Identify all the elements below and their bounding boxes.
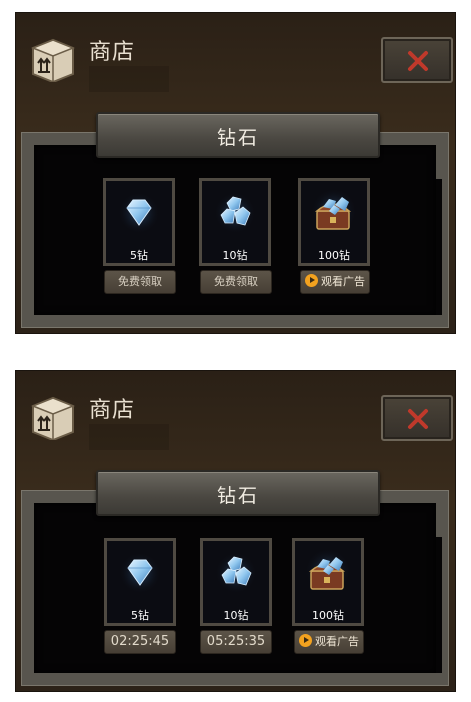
diamond-pile-icon bbox=[215, 552, 257, 594]
item-amount: 10钻 bbox=[222, 249, 248, 262]
item-card-100[interactable]: 100钻 bbox=[292, 538, 364, 626]
page-title: 商店 bbox=[89, 40, 136, 65]
play-icon bbox=[305, 274, 318, 287]
item-card-5[interactable]: 5钻 bbox=[103, 178, 175, 266]
item-amount: 5钻 bbox=[130, 249, 148, 262]
play-icon bbox=[299, 634, 312, 647]
close-button[interactable] bbox=[381, 395, 453, 441]
diamond-pile-icon bbox=[214, 192, 256, 234]
free-claim-button[interactable]: 免费领取 bbox=[200, 270, 272, 294]
timer-label: 05:25:35 bbox=[206, 634, 266, 649]
timer-label: 02:25:45 bbox=[110, 634, 170, 649]
close-icon bbox=[408, 409, 428, 429]
section-title: 钻石 bbox=[216, 485, 259, 507]
page-title: 商店 bbox=[89, 398, 136, 423]
close-button[interactable] bbox=[381, 37, 453, 83]
diamond-icon bbox=[118, 192, 160, 234]
title-shade bbox=[89, 66, 169, 92]
item-card-100[interactable]: 100钻 bbox=[298, 178, 370, 266]
treasure-chest-icon bbox=[305, 548, 351, 594]
free-claim-button[interactable]: 免费领取 bbox=[104, 270, 176, 294]
section-banner: 钻石 bbox=[96, 470, 380, 516]
title-shade bbox=[89, 424, 169, 450]
package-box-icon bbox=[29, 396, 77, 442]
shop-panel-2: 商店 钻石 5钻 02:25:45 10钻 05:25:35 100钻 观看广告 bbox=[15, 370, 456, 692]
treasure-chest-icon bbox=[311, 188, 357, 234]
button-label: 观看广告 bbox=[321, 275, 365, 288]
package-box-icon bbox=[29, 38, 77, 84]
item-amount: 5钻 bbox=[131, 609, 149, 622]
watch-ad-button[interactable]: 观看广告 bbox=[294, 630, 364, 654]
item-card-5[interactable]: 5钻 bbox=[104, 538, 176, 626]
item-amount: 10钻 bbox=[223, 609, 249, 622]
button-label: 观看广告 bbox=[315, 635, 359, 648]
item-card-10[interactable]: 10钻 bbox=[200, 538, 272, 626]
section-banner: 钻石 bbox=[96, 112, 380, 158]
item-card-10[interactable]: 10钻 bbox=[199, 178, 271, 266]
button-label: 免费领取 bbox=[214, 275, 258, 288]
close-icon bbox=[408, 51, 428, 71]
button-label: 免费领取 bbox=[118, 275, 162, 288]
section-title: 钻石 bbox=[216, 127, 259, 149]
watch-ad-button[interactable]: 观看广告 bbox=[300, 270, 370, 294]
item-amount: 100钻 bbox=[312, 609, 344, 622]
cooldown-timer: 02:25:45 bbox=[104, 630, 176, 654]
diamond-icon bbox=[119, 552, 161, 594]
cooldown-timer: 05:25:35 bbox=[200, 630, 272, 654]
item-amount: 100钻 bbox=[318, 249, 350, 262]
shop-panel-1: 商店 钻石 5钻 免费领取 10钻 免费领取 100钻 观看广告 bbox=[15, 12, 456, 334]
